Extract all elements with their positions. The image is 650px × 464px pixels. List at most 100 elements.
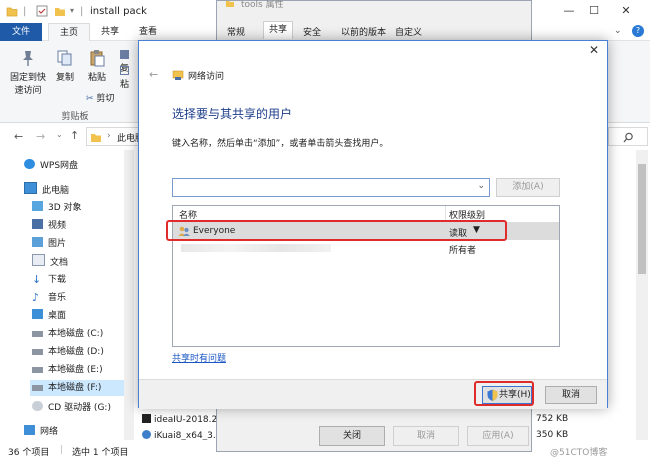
drive-icon: [32, 367, 43, 373]
tab-view[interactable]: 查看: [128, 23, 168, 41]
tab-general[interactable]: 常规: [227, 25, 245, 38]
nav-item-documents[interactable]: 文档: [32, 254, 68, 270]
help-icon[interactable]: ?: [632, 25, 644, 37]
up-arrow-icon[interactable]: ↑: [70, 129, 79, 142]
close-icon[interactable]: ✕: [612, 3, 640, 19]
nav-item-drive-d[interactable]: 本地磁盘 (D:): [32, 344, 104, 360]
nav-item-downloads[interactable]: ↓ 下载: [32, 272, 66, 288]
chevron-down-icon[interactable]: ▾: [70, 6, 74, 15]
chevron-down-icon[interactable]: ⌄: [477, 181, 485, 191]
cd-icon: [32, 401, 43, 411]
chevron-down-icon[interactable]: ⌄: [614, 26, 622, 36]
search-input[interactable]: [608, 127, 648, 146]
nav-item-drive-f[interactable]: 本地磁盘 (F:): [30, 380, 124, 396]
forward-arrow-icon[interactable]: →: [36, 130, 45, 143]
copy-label: 复制: [55, 73, 74, 83]
tab-sharing[interactable]: 共享: [263, 21, 293, 39]
tab-share[interactable]: 共享: [90, 23, 130, 41]
nav-item-pictures[interactable]: 图片: [32, 236, 66, 252]
drive-icon: [32, 349, 43, 355]
nav-item-cd-drive[interactable]: CD 驱动器 (G:): [32, 400, 111, 416]
help-link[interactable]: 共享时有问题: [172, 351, 226, 364]
nav-item-drive-c[interactable]: 本地磁盘 (C:): [32, 326, 103, 342]
nav-item-3d-objects[interactable]: 3D 对象: [32, 200, 82, 216]
cube-icon: [32, 201, 43, 211]
nav-item-label: 图片: [48, 239, 67, 249]
file-row[interactable]: ideaIU-2018.2: [142, 414, 217, 425]
tab-file[interactable]: 文件: [0, 23, 42, 41]
nav-item-this-pc[interactable]: 此电脑: [24, 182, 69, 198]
breadcrumb[interactable]: › 此电脑: [86, 127, 144, 146]
tab-home[interactable]: 主页: [48, 23, 90, 42]
nav-item-label: 3D 对象: [48, 203, 82, 213]
properties-close-button[interactable]: 关闭: [319, 426, 385, 446]
tab-customize[interactable]: 自定义: [395, 25, 422, 38]
picture-icon: [32, 237, 43, 247]
pin-icon: [23, 51, 33, 66]
video-icon: [32, 219, 43, 229]
properties-tabs: 常规 共享 安全 以前的版本 自定义: [223, 21, 523, 39]
nav-item-label: CD 驱动器 (G:): [48, 403, 111, 413]
properties-quick-icon[interactable]: [36, 5, 48, 17]
new-folder-quick-icon[interactable]: [54, 5, 66, 17]
back-arrow-icon[interactable]: ←: [149, 68, 158, 81]
nav-item-wps[interactable]: WPS网盘: [24, 158, 78, 174]
cut-button[interactable]: ✂ 剪切: [86, 91, 126, 104]
tab-previous-versions[interactable]: 以前的版本: [341, 25, 386, 38]
cut-label: 剪切: [96, 94, 115, 104]
pin-label-1: 固定到快: [9, 73, 46, 83]
back-arrow-icon[interactable]: ←: [14, 130, 23, 143]
nav-item-desktop[interactable]: 桌面: [32, 308, 66, 324]
minimize-icon[interactable]: —: [555, 3, 583, 19]
table-row[interactable]: 所有者: [173, 240, 559, 258]
app-icon: [142, 430, 151, 439]
copy-icon: [57, 50, 72, 66]
file-list-scrollbar[interactable]: [636, 150, 648, 440]
user-name-input[interactable]: [175, 180, 465, 194]
nav-item-music[interactable]: ♪ 音乐: [32, 290, 66, 306]
paste-button[interactable]: 粘贴: [84, 49, 110, 83]
nav-scrollbar[interactable]: [124, 150, 134, 440]
nav-item-label: 本地磁盘 (F:): [48, 383, 102, 393]
dialog-nav-title: 网络访问: [188, 72, 225, 82]
paste-icon: [90, 50, 105, 67]
drive-icon: [32, 331, 43, 337]
properties-apply-button[interactable]: 应用(A): [467, 426, 529, 446]
user-name-combobox[interactable]: ⌄: [172, 178, 490, 197]
nav-item-label: 此电脑: [42, 186, 70, 196]
paste-shortcut-button[interactable]: 粘: [120, 66, 140, 90]
cancel-button[interactable]: 取消: [545, 386, 597, 404]
blurred-user-name: [181, 244, 331, 252]
scrollbar-thumb[interactable]: [638, 164, 646, 274]
document-icon: [32, 254, 45, 266]
column-divider: [445, 206, 446, 221]
folder-icon: [91, 134, 101, 142]
title-separator: |: [23, 6, 27, 17]
title-separator: |: [80, 6, 84, 17]
file-list: ideaIU-2018.2 iKuai8_x64_3.2: [140, 412, 222, 441]
copy-button[interactable]: 复制: [52, 49, 78, 83]
close-icon[interactable]: ✕: [589, 43, 599, 57]
nav-item-drive-e[interactable]: 本地磁盘 (E:): [32, 362, 103, 378]
nav-item-label: 视频: [48, 221, 67, 231]
file-size-column: 752 KB 350 KB: [532, 412, 592, 440]
network-icon: [24, 425, 35, 435]
properties-cancel-button[interactable]: 取消: [393, 426, 459, 446]
nav-item-label: 本地磁盘 (D:): [48, 347, 104, 357]
nav-item-label: 下载: [48, 275, 67, 285]
pin-quick-access-button[interactable]: 固定到快 速访问: [8, 49, 48, 96]
maximize-icon[interactable]: ☐: [580, 3, 608, 19]
highlight-box-everyone: [166, 220, 507, 241]
chevron-right-icon: ›: [107, 131, 111, 141]
highlight-box-share-button: [474, 381, 534, 406]
nav-item-label: WPS网盘: [40, 161, 79, 171]
folder-icon: [226, 1, 234, 7]
add-button[interactable]: 添加(A): [496, 178, 560, 197]
dialog-instruction: 键入名称，然后单击“添加”，或者单击箭头查找用户。: [172, 139, 389, 149]
pin-label-2: 速访问: [14, 86, 42, 96]
recent-locations-icon[interactable]: ⌄: [56, 130, 63, 139]
nav-item-videos[interactable]: 视频: [32, 218, 66, 234]
nav-item-label: 本地磁盘 (C:): [48, 329, 104, 339]
nav-item-network[interactable]: 网络: [24, 424, 58, 440]
tab-security[interactable]: 安全: [303, 25, 321, 38]
